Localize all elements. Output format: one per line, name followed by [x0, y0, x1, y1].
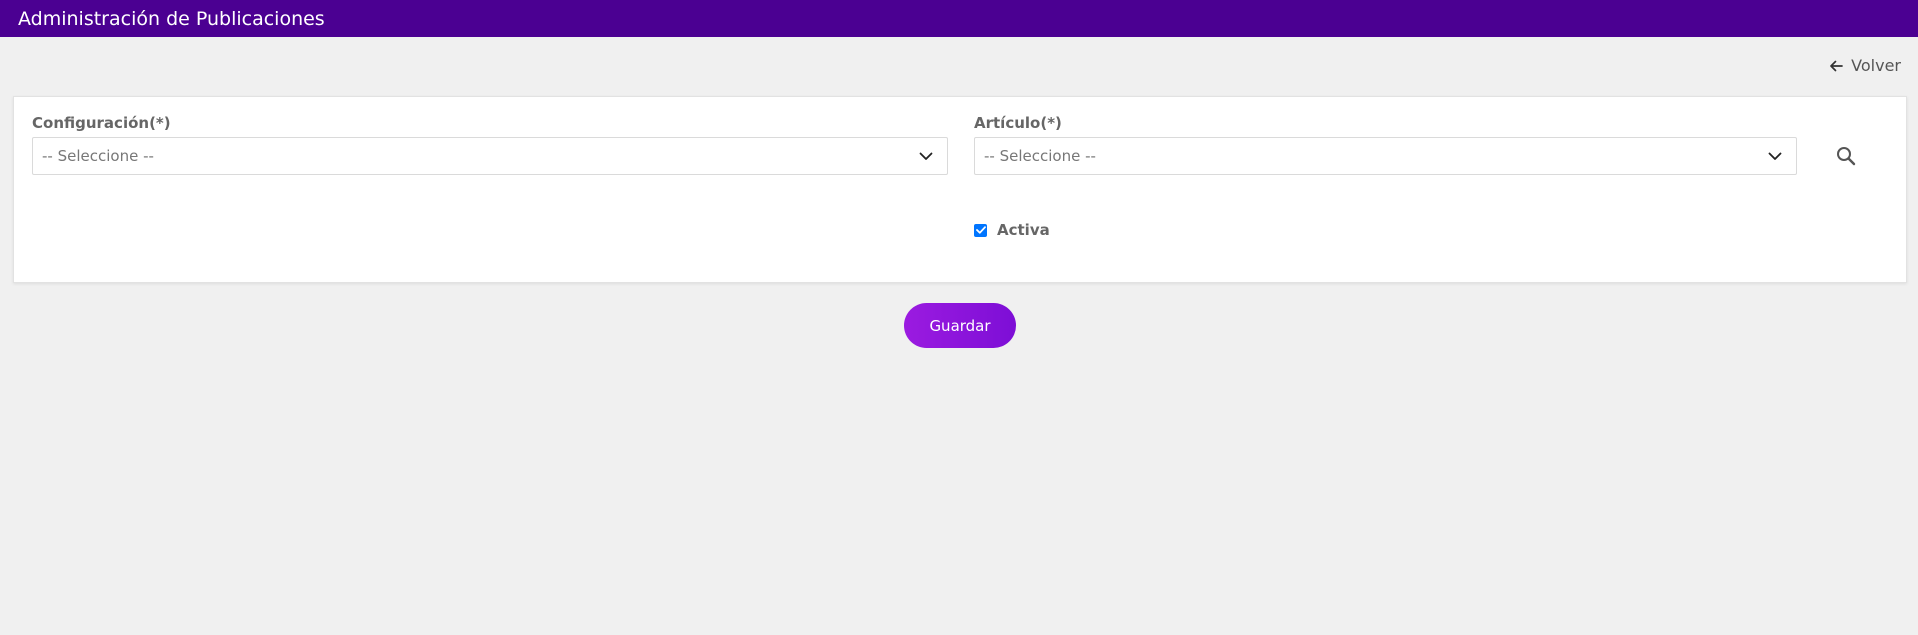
chevron-down-icon: [1768, 147, 1782, 165]
configuracion-select[interactable]: -- Seleccione --: [32, 137, 948, 175]
activa-label: Activa: [997, 221, 1050, 239]
page-title: Administración de Publicaciones: [18, 7, 325, 30]
back-button-label: Volver: [1851, 56, 1901, 75]
back-button[interactable]: Volver: [1829, 56, 1901, 75]
activa-checkbox[interactable]: [974, 223, 987, 237]
chevron-down-icon: [919, 147, 933, 165]
search-icon: [1836, 146, 1856, 170]
articulo-select[interactable]: -- Seleccione --: [974, 137, 1797, 175]
articulo-selected-value: -- Seleccione --: [984, 147, 1096, 165]
search-button[interactable]: [1833, 145, 1859, 171]
configuracion-selected-value: -- Seleccione --: [42, 147, 154, 165]
top-header-bar: Administración de Publicaciones: [0, 0, 1918, 37]
save-button[interactable]: Guardar: [904, 303, 1016, 348]
configuracion-label: Configuración(*): [32, 114, 171, 132]
activa-checkbox-row[interactable]: Activa: [974, 221, 1050, 239]
arrow-left-icon: [1829, 60, 1844, 72]
form-card: Configuración(*) -- Seleccione -- Artícu…: [13, 96, 1907, 283]
articulo-label: Artículo(*): [974, 114, 1062, 132]
